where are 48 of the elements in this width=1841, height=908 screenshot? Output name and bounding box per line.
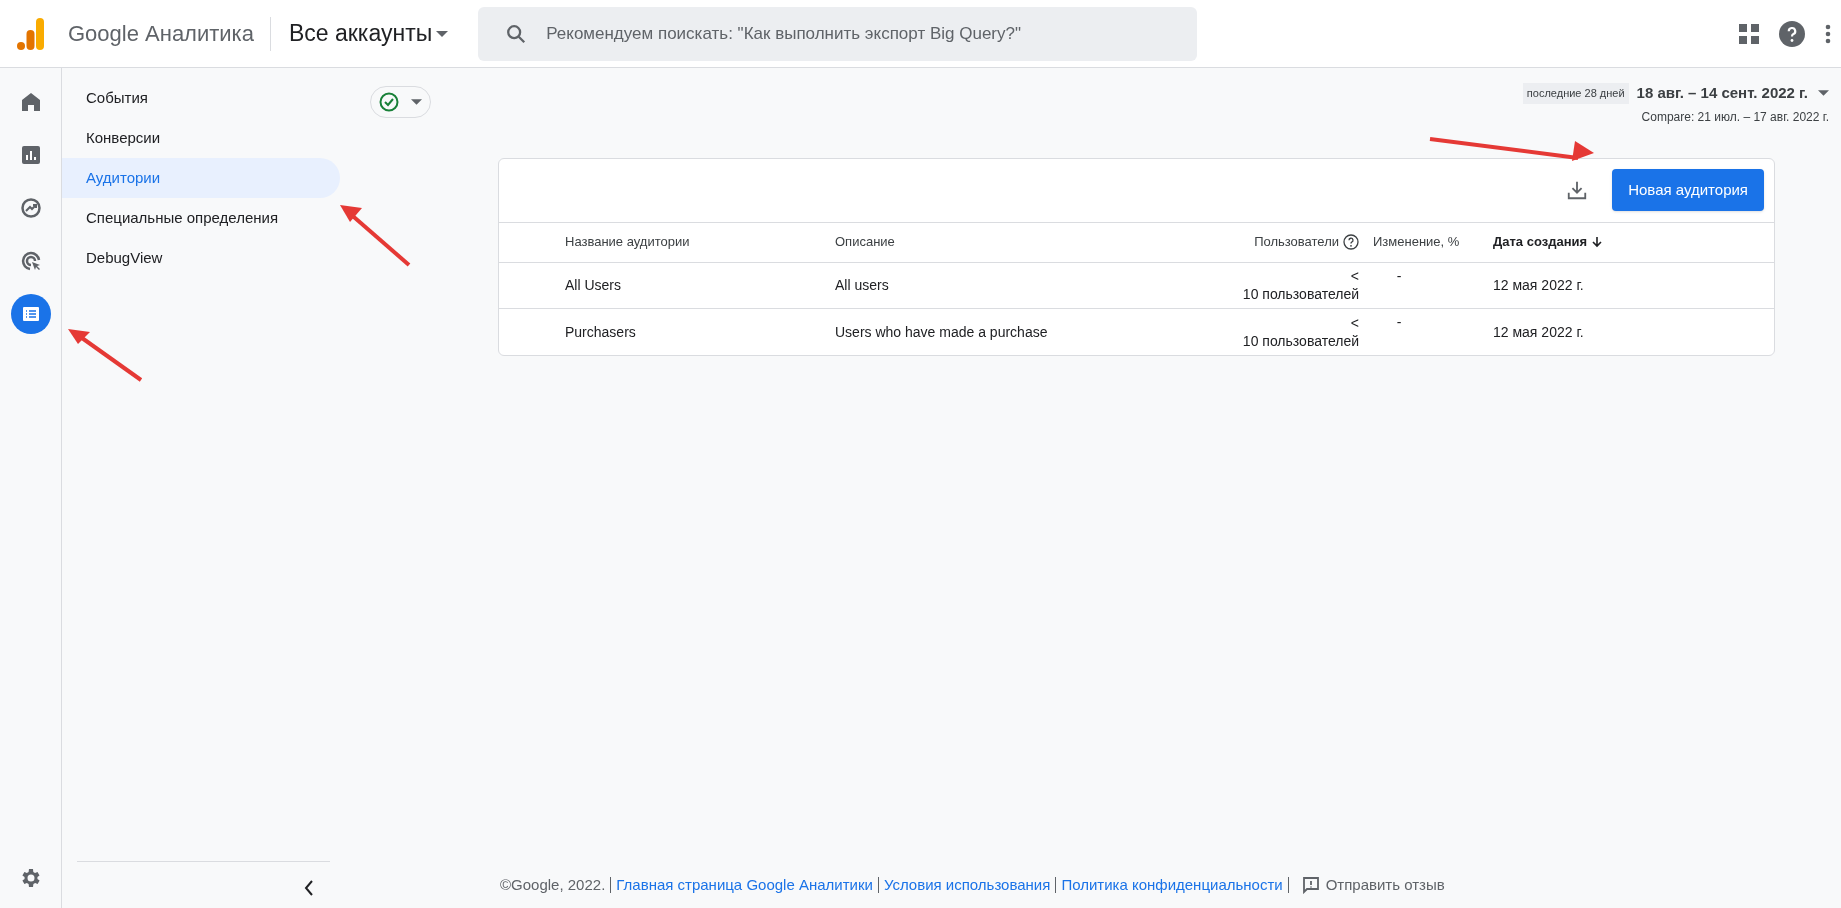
search-icon xyxy=(505,22,528,45)
column-header[interactable]: Описание xyxy=(835,232,895,252)
date-range[interactable]: 18 авг. – 14 сент. 2022 г. xyxy=(1636,82,1808,105)
column-header[interactable]: Пользователи xyxy=(1254,232,1359,252)
table-cell-text: All Users xyxy=(564,276,621,294)
account-selector[interactable]: Все аккаунты xyxy=(288,16,449,51)
download-icon[interactable] xyxy=(1566,179,1589,201)
more-vert-icon[interactable] xyxy=(1825,23,1831,44)
table-cell-text: < 10 пользователей xyxy=(1242,267,1360,303)
footer-link[interactable]: Главная страница Google Аналитики xyxy=(616,873,873,896)
footer-link[interactable]: Политика конфиденциальности xyxy=(1061,873,1283,896)
footer-link[interactable]: Условия использования xyxy=(883,873,1051,896)
column-header[interactable]: Дата создания xyxy=(1493,232,1604,252)
table-cell-text: Users who have made a purchase xyxy=(834,322,1048,341)
collapse-chevron-icon[interactable] xyxy=(304,880,314,896)
nav-item[interactable]: Конверсии xyxy=(62,118,340,158)
copyright-text: ©Google, 2022. xyxy=(500,874,606,895)
nav-item[interactable]: Специальные определения xyxy=(62,198,340,238)
caret-icon[interactable] xyxy=(1818,90,1829,97)
nav-item[interactable]: События xyxy=(62,78,340,118)
table-cell-text: All users xyxy=(834,276,889,294)
search-field[interactable]: Рекомендуем поискать: "Как выполнить экспорт Big Query?" xyxy=(478,6,1198,61)
feedback-button[interactable]: Отправить отзыв xyxy=(1301,873,1445,896)
new-audience-button[interactable]: Новая аудитория xyxy=(1612,169,1764,211)
date-preset-badge: последние 28 дней xyxy=(1522,83,1629,104)
help-icon[interactable] xyxy=(1343,234,1359,250)
analytics-logo-icon xyxy=(17,17,45,50)
caret-icon xyxy=(411,99,422,105)
sort-descending-icon[interactable] xyxy=(1591,236,1604,248)
product-name: Google Аналитика xyxy=(68,20,254,48)
check-circle-icon xyxy=(379,92,399,112)
table-cell-text: 12 мая 2022 г. xyxy=(1492,276,1584,294)
table-cell-text: 12 мая 2022 г. xyxy=(1492,322,1584,341)
table-cell-text: - xyxy=(1395,266,1403,285)
compare-range: Compare: 21 июл. – 17 авг. 2022 г. xyxy=(1641,108,1829,126)
column-header[interactable]: Название аудитории xyxy=(565,232,690,252)
table-cell-text: < 10 пользователей xyxy=(1242,313,1360,350)
caret-icon xyxy=(436,30,449,37)
nav-item[interactable]: DebugView xyxy=(62,238,340,278)
help-icon[interactable] xyxy=(1779,20,1805,47)
rail-active-button[interactable] xyxy=(10,294,51,334)
nav-item[interactable]: Аудитории xyxy=(62,158,340,198)
table-cell-text: Purchasers xyxy=(564,322,636,341)
feedback-icon xyxy=(1301,875,1320,894)
table-cell-text: - xyxy=(1395,312,1403,331)
apps-grid-icon[interactable] xyxy=(1739,23,1759,44)
column-header[interactable]: Изменение, % xyxy=(1373,232,1460,252)
trend-circle-icon[interactable] xyxy=(18,196,43,220)
